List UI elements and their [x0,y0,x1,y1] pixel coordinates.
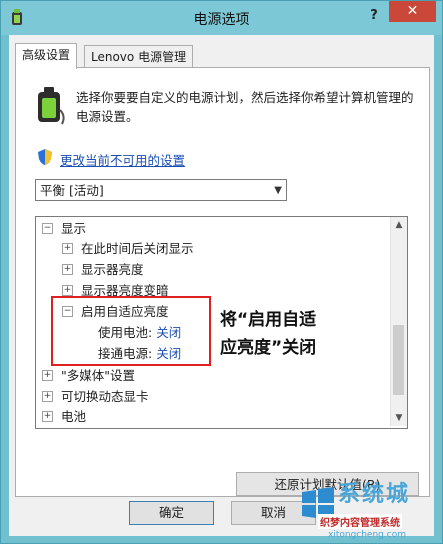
annotation-text: 将“启用自适 应亮度”关闭 [220,310,317,358]
change-unavailable-settings-link[interactable]: 更改当前不可用的设置 [60,150,185,169]
tree-item-turn-off-display[interactable]: + 在此时间后关闭显示 [62,239,194,259]
expand-icon[interactable]: + [62,243,73,254]
tree-scrollbar[interactable]: ▲ ▼ [390,217,407,426]
power-plan-select[interactable]: 平衡 [活动] ▼ [35,179,287,201]
cancel-button[interactable]: 取消 [231,501,316,525]
tree-item-multimedia[interactable]: + "多媒体"设置 [42,366,135,386]
restore-plan-defaults-button[interactable]: 还原计划默认值(R) [236,472,419,496]
help-button[interactable]: ? [363,6,385,26]
ok-button[interactable]: 确定 [129,501,214,525]
tab-lenovo-power-management[interactable]: Lenovo 电源管理 [84,45,194,68]
collapse-icon[interactable]: − [62,306,73,317]
scroll-up-icon[interactable]: ▲ [391,217,407,233]
expand-icon[interactable]: + [62,264,73,275]
dialog-client-area: 高级设置 Lenovo 电源管理 选择你要要自定义的电源计划，然后选择你希望计算… [9,35,434,536]
tree-item-dimmed-brightness[interactable]: + 显示器亮度变暗 [62,281,169,301]
tree-item-plugged-in[interactable]: 接通电源: 关闭 [98,344,181,364]
title-bar[interactable]: 电源选项 ? ✕ [1,1,442,35]
tree-item-battery[interactable]: + 电池 [42,407,86,427]
expand-icon[interactable]: + [62,285,73,296]
description-text: 选择你要要自定义的电源计划，然后选择你希望计算机管理的电源设置。 [76,90,414,124]
close-button[interactable]: ✕ [389,1,436,22]
expand-icon[interactable]: + [42,370,53,381]
expand-icon[interactable]: + [42,411,53,422]
tree-item-adaptive-brightness[interactable]: − 启用自适应亮度 [62,302,169,322]
tree-item-switchable-graphics[interactable]: + 可切换动态显卡 [42,387,149,407]
plugged-in-value[interactable]: 关闭 [156,346,181,361]
on-battery-value[interactable]: 关闭 [156,325,181,340]
collapse-icon[interactable]: − [42,223,53,234]
uac-shield-icon [38,149,52,165]
battery-icon [38,87,65,125]
power-plan-value: 平衡 [活动] [40,183,104,198]
chevron-down-icon: ▼ [274,185,282,196]
tree-item-display[interactable]: − 显示 [42,219,86,239]
tree-item-on-battery[interactable]: 使用电池: 关闭 [98,323,181,343]
scroll-down-icon[interactable]: ▼ [391,410,407,426]
scrollbar-thumb[interactable] [393,325,404,395]
advanced-settings-panel: 选择你要要自定义的电源计划，然后选择你希望计算机管理的电源设置。 更改当前不可用… [15,67,430,497]
tab-advanced-settings[interactable]: 高级设置 [15,43,78,69]
power-options-window: 电源选项 ? ✕ 高级设置 Lenovo 电源管理 选择你要要自定义的电源计划，… [0,0,443,544]
tree-item-display-brightness[interactable]: + 显示器亮度 [62,260,144,280]
expand-icon[interactable]: + [42,391,53,402]
